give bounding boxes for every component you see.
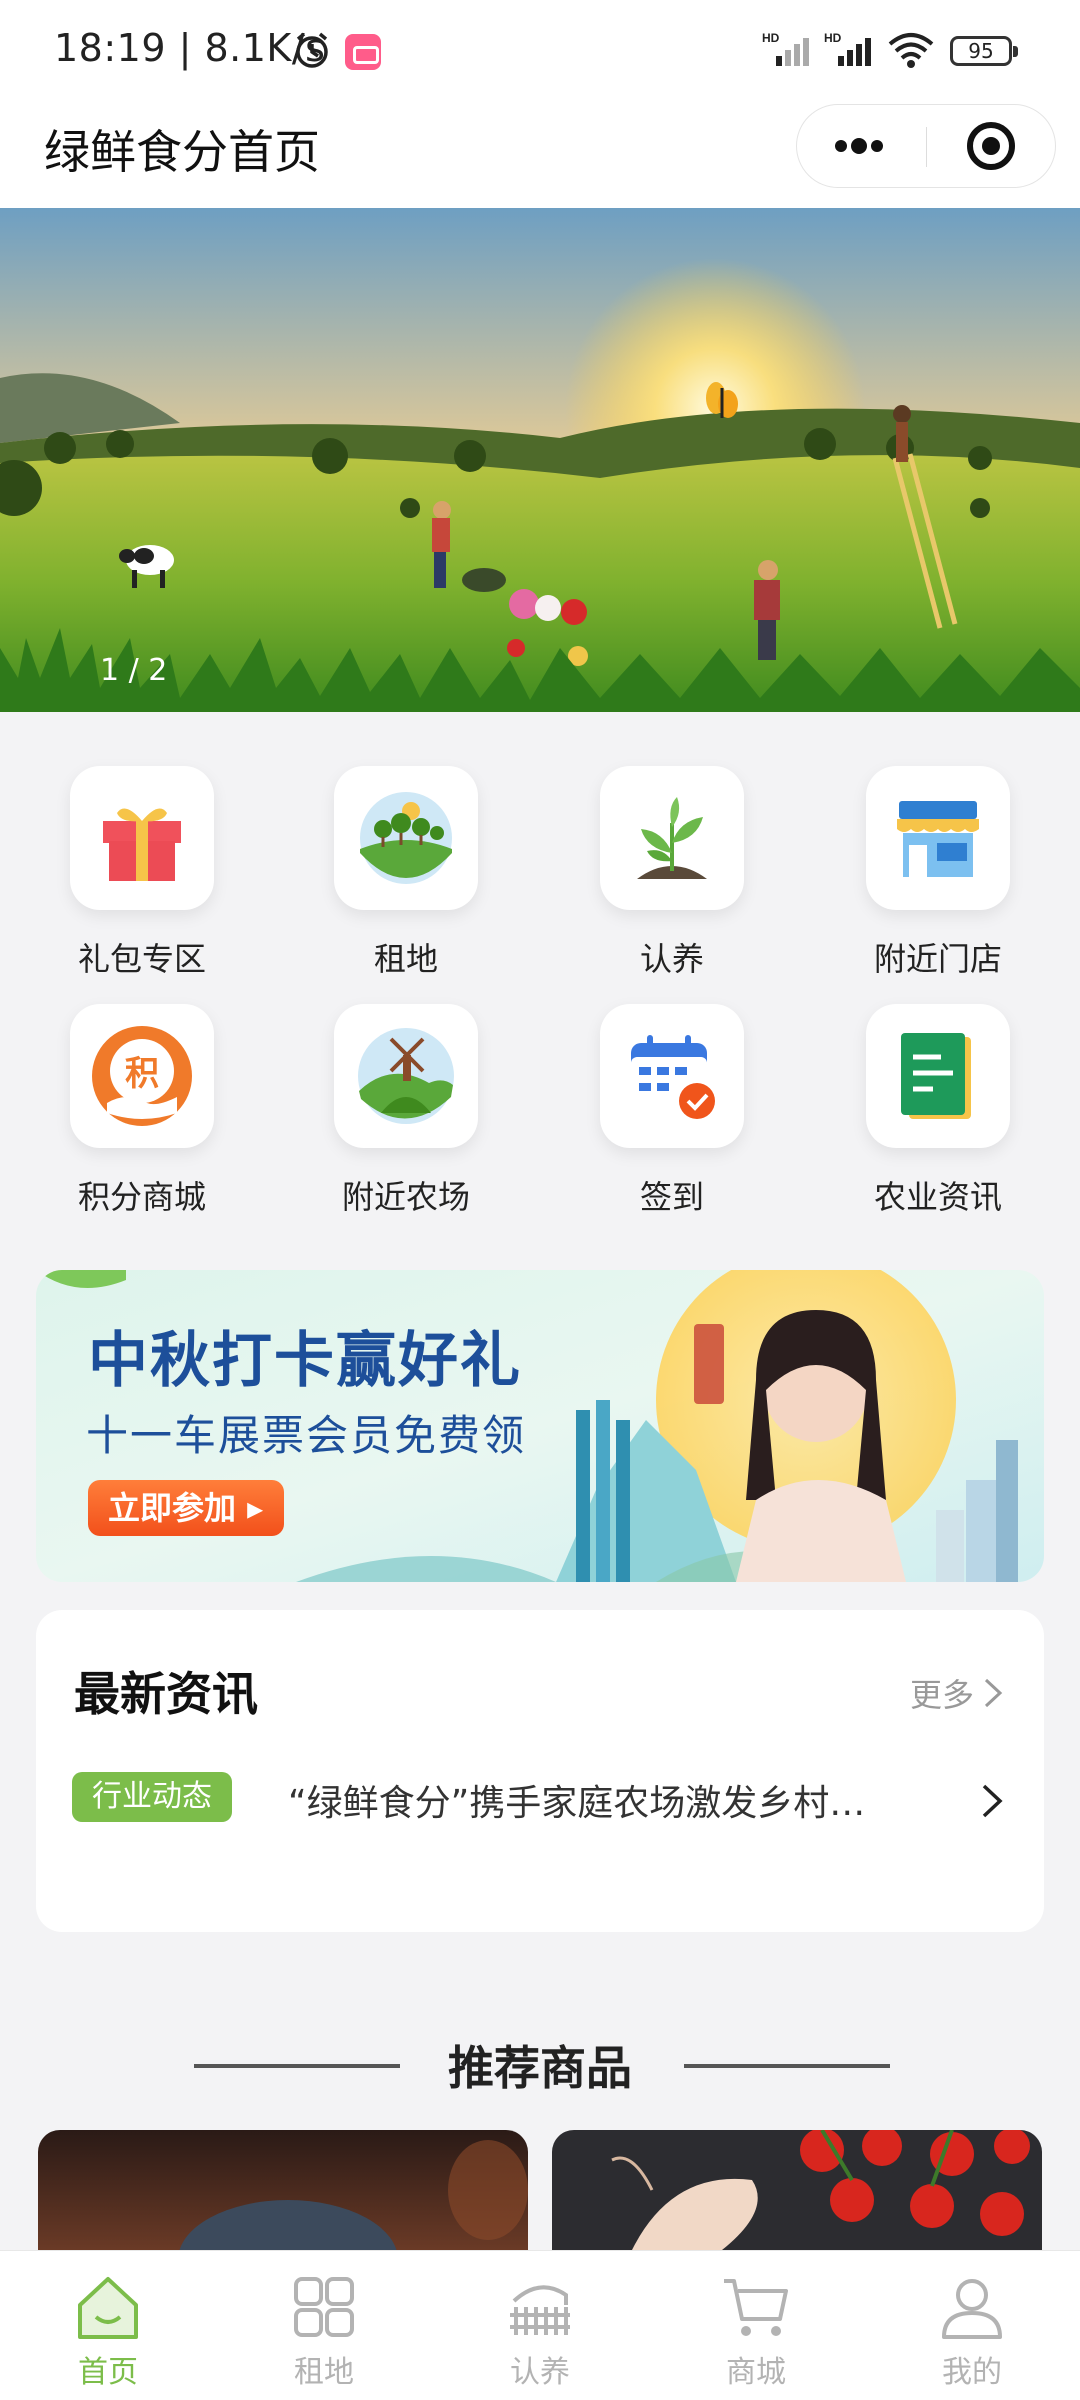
menu-label: 附近门店 [873, 940, 1002, 978]
wifi-icon [888, 33, 934, 68]
land-icon [360, 792, 452, 884]
news-doc-icon [901, 1033, 971, 1119]
tab-profile[interactable]: 我的 [864, 2251, 1080, 2400]
latest-news-card: 最新资讯 更多 行业动态 “绿鲜食分”携手家庭农场激发乡村… [36, 1610, 1044, 1932]
grid-icon [294, 2277, 354, 2337]
news-more-link[interactable]: 更多 [910, 1670, 1004, 1716]
menu-label: 礼包专区 [77, 940, 206, 978]
menu-label: 签到 [639, 1178, 704, 1216]
more-dots-icon [835, 138, 883, 154]
menu-item-gift-zone[interactable]: 礼包专区 [52, 766, 232, 978]
join-now-button[interactable]: 立即参加 ▸ [88, 1480, 284, 1536]
tab-label: 租地 [294, 2355, 354, 2390]
points-icon-box: 积 [70, 1004, 214, 1148]
tab-adopt[interactable]: 认养 [432, 2251, 648, 2400]
gift-icon-box [70, 766, 214, 910]
svg-text:HD: HD [824, 31, 842, 45]
battery-icon: 95 [950, 36, 1018, 66]
bottom-tab-bar: 首页 租地 认养 商城 我的 [0, 2250, 1080, 2400]
banner-page-indicator: 1 / 2 [100, 653, 168, 688]
alarm-icon [296, 32, 328, 68]
menu-item-points-mall[interactable]: 积 积分商城 [52, 1004, 232, 1216]
menu-item-rent-land[interactable]: 租地 [316, 766, 496, 978]
tab-label: 商城 [726, 2355, 786, 2390]
tab-label: 我的 [942, 2355, 1002, 2390]
menu-label: 积分商城 [77, 1178, 206, 1216]
news-headline[interactable]: “绿鲜食分”携手家庭农场激发乡村… [288, 1774, 968, 1826]
status-time: 18:19 | 8.1K/s [54, 26, 326, 70]
more-menu-button[interactable] [797, 105, 925, 187]
recommended-section-title: 推荐商品 [448, 2041, 632, 2095]
menu-item-sign-in[interactable]: 签到 [582, 1004, 762, 1216]
target-icon [967, 122, 1015, 170]
product-image [38, 2130, 528, 2250]
news-category-tag: 行业动态 [72, 1772, 232, 1822]
product-image [552, 2130, 1042, 2250]
cart-icon [724, 2279, 788, 2336]
menu-item-nearby-farm[interactable]: 附近农场 [316, 1004, 496, 1216]
tab-label: 首页 [78, 2355, 138, 2390]
svg-text:积: 积 [125, 1054, 159, 1094]
product-card[interactable] [38, 2130, 528, 2250]
section-divider-right [684, 2064, 890, 2068]
calendar-check-icon [631, 1035, 715, 1119]
points-mall-icon: 积 [92, 1026, 192, 1126]
feature-grid: 礼包专区 租地 认养 附近门店 积 积分商城 附近农场 签到 农业资讯 [0, 760, 1080, 1230]
close-miniprogram-button[interactable] [927, 105, 1055, 187]
chevron-right-icon[interactable] [980, 1782, 1004, 1820]
tab-label: 认养 [510, 2355, 570, 2390]
menu-item-agri-news[interactable]: 农业资讯 [848, 1004, 1028, 1216]
farm-icon-box [334, 1004, 478, 1148]
app-notification-icon [345, 34, 381, 70]
menu-label: 附近农场 [341, 1178, 470, 1216]
fence-icon [510, 2285, 570, 2335]
page-title: 绿鲜食分首页 [44, 125, 320, 179]
profile-icon [942, 2279, 1002, 2339]
signal-icon: HD [824, 31, 871, 66]
sprout-icon-box [600, 766, 744, 910]
menu-label: 认养 [639, 940, 704, 978]
promo-headline: 中秋打卡赢好礼 [88, 1326, 522, 1396]
chevron-right-icon [984, 1678, 1003, 1708]
more-label: 更多 [909, 1676, 974, 1714]
promo-banner[interactable]: 中秋打卡赢好礼 十一车展票会员免费领 立即参加 ▸ [36, 1270, 1044, 1582]
tab-mall[interactable]: 商城 [648, 2251, 864, 2400]
title-bar: 绿鲜食分首页 [0, 100, 1080, 208]
menu-label: 农业资讯 [873, 1178, 1002, 1216]
product-card[interactable] [552, 2130, 1042, 2250]
farm-landscape-image [0, 208, 1080, 712]
gift-icon [103, 808, 181, 881]
news-icon-box [866, 1004, 1010, 1148]
farm-icon [358, 1028, 454, 1124]
tab-home[interactable]: 首页 [0, 2251, 216, 2400]
menu-label: 租地 [373, 940, 438, 978]
signal-icon: HD [762, 31, 809, 66]
calendar-icon-box [600, 1004, 744, 1148]
store-icon [897, 801, 979, 877]
status-bar: 18:19 | 8.1K/s HD HD 95 [0, 0, 1080, 100]
store-icon-box [866, 766, 1010, 910]
news-section-title: 最新资讯 [74, 1667, 258, 1721]
menu-item-nearby-store[interactable]: 附近门店 [848, 766, 1028, 978]
sprout-icon [637, 797, 707, 879]
land-icon-box [334, 766, 478, 910]
menu-item-adopt[interactable]: 认养 [582, 766, 762, 978]
promo-subline: 十一车展票会员免费领 [86, 1411, 527, 1460]
hero-banner[interactable]: 1 / 2 [0, 208, 1080, 712]
svg-text:HD: HD [762, 31, 780, 45]
miniprogram-capsule [796, 104, 1056, 188]
home-icon [78, 2277, 138, 2339]
tab-rent-land[interactable]: 租地 [216, 2251, 432, 2400]
